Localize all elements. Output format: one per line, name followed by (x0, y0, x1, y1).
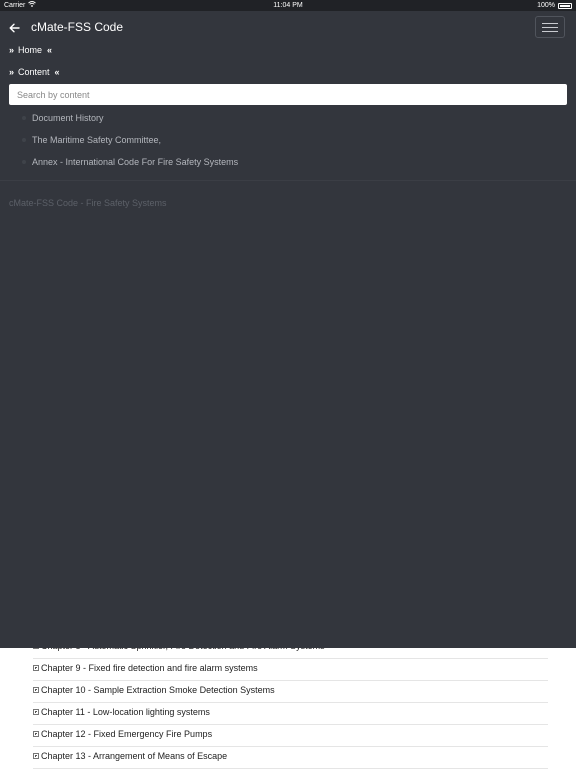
chapter-label: Chapter 9 - Fixed fire detection and fir… (41, 663, 258, 673)
drawer-footer-text: cMate-FSS Code - Fire Safety Systems (9, 198, 167, 208)
chapter-label: Chapter 12 - Fixed Emergency Fire Pumps (41, 729, 213, 739)
expand-icon[interactable] (33, 731, 39, 737)
battery-icon (558, 2, 572, 9)
navigation-drawer: cMate-FSS Code » Home « » Content « Docu… (0, 11, 576, 648)
chapter-label: Chapter 13 - Arrangement of Means of Esc… (41, 751, 228, 761)
chapter-row-10[interactable]: Chapter 10 - Sample Extraction Smoke Det… (33, 681, 548, 703)
search-input[interactable] (9, 84, 567, 105)
toc-item-maritime-safety-committee[interactable]: The Maritime Safety Committee, (0, 133, 576, 147)
nav-content-label: Content (18, 67, 50, 77)
toc-item-label: The Maritime Safety Committee, (32, 135, 162, 145)
nav-home-label: Home (18, 45, 43, 55)
toc-item-annex[interactable]: Annex - International Code For Fire Safe… (0, 155, 576, 169)
double-chevron-right-icon: » (9, 45, 14, 55)
back-arrow-icon (9, 23, 20, 33)
status-right: 100% (537, 0, 572, 11)
status-bar: Carrier 11:04 PM 100% (0, 0, 576, 11)
nav-home[interactable]: » Home « (9, 43, 52, 57)
double-chevron-right-icon: » (9, 67, 14, 77)
menu-icon-bar (542, 22, 558, 24)
menu-icon-bar (542, 26, 558, 28)
battery-percent: 100% (537, 2, 555, 9)
bullet-icon (22, 138, 26, 142)
back-button[interactable] (6, 20, 22, 36)
status-time: 11:04 PM (273, 2, 303, 9)
bullet-icon (22, 116, 26, 120)
expand-icon[interactable] (33, 687, 39, 693)
chapter-label: Chapter 10 - Sample Extraction Smoke Det… (41, 685, 275, 695)
chapter-label: Chapter 11 - Low-location lighting syste… (41, 707, 210, 717)
divider (0, 180, 576, 181)
page-title: cMate-FSS Code (31, 20, 124, 34)
bullet-icon (22, 160, 26, 164)
menu-icon-bar (542, 30, 558, 32)
chapter-row-11[interactable]: Chapter 11 - Low-location lighting syste… (33, 703, 548, 725)
toc-item-document-history[interactable]: Document History (0, 111, 576, 125)
expand-icon[interactable] (33, 753, 39, 759)
app-header: cMate-FSS Code (0, 11, 576, 43)
chapter-row-12[interactable]: Chapter 12 - Fixed Emergency Fire Pumps (33, 725, 548, 747)
toc-item-label: Document History (32, 113, 104, 123)
double-chevron-left-icon: « (47, 45, 52, 55)
hamburger-menu-button[interactable] (535, 16, 565, 38)
toc-item-label: Annex - International Code For Fire Safe… (32, 157, 239, 167)
chapter-row-13[interactable]: Chapter 13 - Arrangement of Means of Esc… (33, 747, 548, 769)
chapter-row-9[interactable]: Chapter 9 - Fixed fire detection and fir… (33, 659, 548, 681)
expand-icon[interactable] (33, 709, 39, 715)
expand-icon[interactable] (33, 665, 39, 671)
nav-content[interactable]: » Content « (9, 65, 60, 79)
chapter-list: Chapter 8 - Automatic Sprinkler, Fire De… (0, 641, 576, 769)
double-chevron-left-icon: « (54, 67, 60, 77)
